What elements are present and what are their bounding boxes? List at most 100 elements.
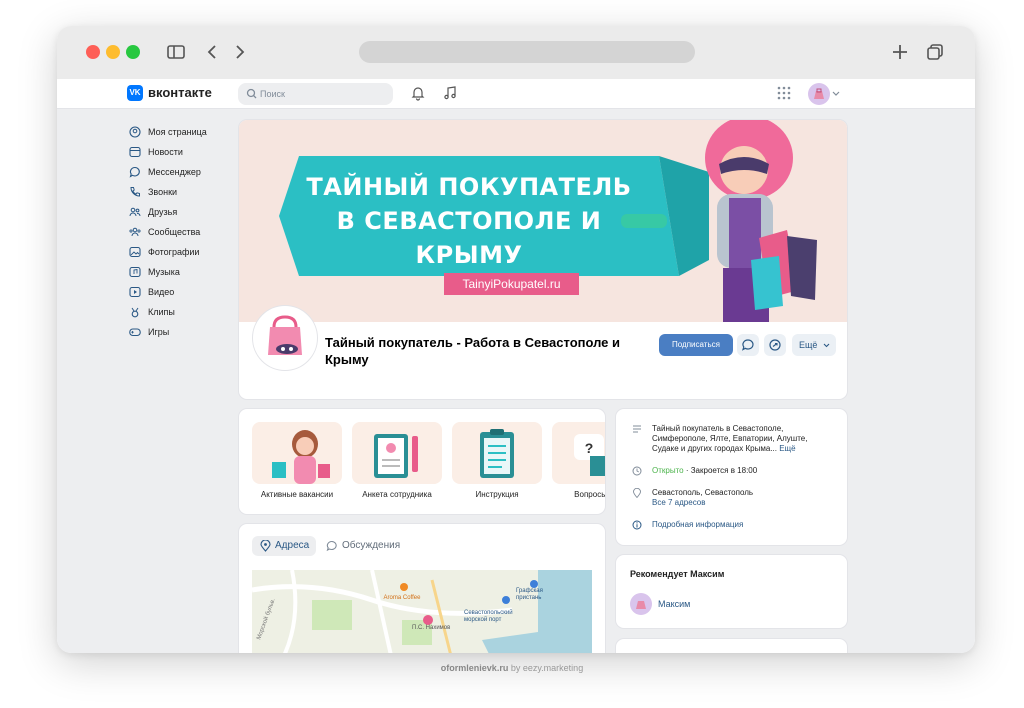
search-icon (246, 88, 257, 99)
search-placeholder: Поиск (260, 89, 285, 99)
maximize-window-button[interactable] (126, 45, 140, 59)
nav-item-messenger[interactable]: Мессенджер (129, 163, 229, 183)
nav-label: Фотографии (148, 247, 200, 257)
cover-title-line2: В СЕВАСТОПОЛЕ И КРЫМУ (336, 207, 602, 269)
nav-item-video[interactable]: Видео (129, 283, 229, 303)
tile-vacancies[interactable] (252, 422, 342, 484)
recommend-card: Рекомендует Максим Максим (616, 555, 847, 628)
question-icon: ? (574, 434, 605, 476)
group-cover: ТАЙНЫЙ ПОКУПАТЕЛЬ В СЕВАСТОПОЛЕ И КРЫМУ … (239, 120, 847, 322)
sidebar-toggle-icon[interactable] (165, 41, 187, 63)
share-button[interactable] (764, 334, 786, 356)
footer-credit: oformlenievk.ru by eezy.marketing (0, 662, 1024, 674)
status-closing: · Закроется в 18:00 (683, 466, 758, 475)
group-avatar[interactable] (253, 306, 317, 370)
chevron-down-icon (823, 343, 830, 348)
woman-shopping-icon (272, 430, 330, 484)
more-label: Ещё (799, 340, 818, 350)
nav-label: Моя страница (148, 127, 207, 137)
cover-title-line1: ТАЙНЫЙ ПОКУПАТЕЛЬ (306, 173, 632, 201)
photo-icon (129, 246, 141, 258)
tile-label: Активные вакансии (260, 490, 334, 499)
tab-addresses[interactable]: Адреса (252, 536, 316, 556)
map[interactable]: Aroma Coffee Графская пристань Севастопол… (252, 570, 592, 653)
message-button[interactable] (737, 334, 759, 356)
nav-item-photos[interactable]: Фотографии (129, 243, 229, 263)
search-input[interactable]: Поиск (238, 83, 393, 105)
nav-item-friends[interactable]: Друзья (129, 203, 229, 223)
tile-label: Вопросы / О (574, 490, 605, 499)
recommend-title: Рекомендует Максим (630, 569, 725, 579)
phone-icon (130, 187, 140, 197)
user-circle-icon (129, 126, 141, 138)
gamepad-icon (129, 328, 141, 337)
tabs-overview-icon[interactable] (924, 41, 946, 63)
all-addresses-link[interactable]: Все 7 адресов (652, 498, 832, 508)
chevron-down-icon[interactable] (832, 91, 840, 97)
map-label-square: П.С. Нахимов (412, 625, 450, 631)
share-icon (769, 339, 781, 351)
discussion-icon (326, 540, 337, 552)
recommender-name[interactable]: Максим (658, 599, 690, 609)
nav-label: Мессенджер (148, 167, 201, 177)
back-icon[interactable] (201, 41, 223, 63)
info-card: Тайный покупатель в Севастополе, Симферо… (616, 409, 847, 545)
next-card (616, 639, 847, 653)
tab-discussions[interactable]: Обсуждения (324, 536, 414, 556)
brand-name[interactable]: вконтакте (148, 85, 212, 101)
more-button[interactable]: Ещё (792, 334, 836, 356)
clips-icon (131, 307, 139, 318)
nav-item-clips[interactable]: Клипы (129, 303, 229, 323)
nav-item-music[interactable]: Музыка (129, 263, 229, 283)
video-icon (129, 286, 141, 298)
map-label-pier: Графская пристань (516, 588, 543, 601)
group-header-card: ТАЙНЫЙ ПОКУПАТЕЛЬ В СЕВАСТОПОЛЕ И КРЫМУ … (239, 120, 847, 399)
location-pin-icon (633, 488, 641, 498)
nav-label: Новости (148, 147, 183, 157)
new-tab-icon[interactable] (889, 41, 911, 63)
footer-site[interactable]: oformlenievk.ru (441, 663, 509, 673)
details-link[interactable]: Подробная информация (652, 520, 832, 530)
vk-logo-icon[interactable]: VK (127, 85, 143, 101)
form-document-icon (374, 434, 418, 478)
page-body: Моя страница Новости Мессенджер Звонки Д… (57, 109, 975, 653)
address-text: Севастополь, Севастополь (652, 488, 754, 497)
cover-url-badge: TainyiPokupatel.ru (444, 273, 579, 295)
group-name: Тайный покупатель - Работа в Севастополе… (325, 335, 621, 367)
bell-icon[interactable] (410, 85, 426, 101)
nav-item-games[interactable]: Игры (129, 323, 229, 343)
tile-instruction[interactable] (452, 422, 542, 484)
nav-item-communities[interactable]: Сообщества (129, 223, 229, 243)
tab-discussions-label: Обсуждения (342, 540, 401, 551)
subscribe-button[interactable]: Подписаться (659, 334, 733, 356)
browser-toolbar (57, 26, 975, 79)
clipboard-icon (480, 429, 514, 478)
address-bar[interactable] (359, 41, 695, 63)
close-window-button[interactable] (86, 45, 100, 59)
tile-questions[interactable]: ? (552, 422, 605, 484)
map-graphic: Aroma Coffee Графская пристань Севастопол… (252, 570, 592, 653)
apps-grid-icon[interactable] (776, 85, 792, 101)
forward-icon[interactable] (229, 41, 251, 63)
footer-by: by eezy.marketing (508, 663, 584, 673)
nav-item-news[interactable]: Новости (129, 143, 229, 163)
nav-item-my-page[interactable]: Моя страница (129, 123, 229, 143)
user-avatar[interactable] (808, 83, 830, 105)
cover-title: ТАЙНЫЙ ПОКУПАТЕЛЬ В СЕВАСТОПОЛЕ И КРЫМУ (279, 170, 659, 272)
clock-icon (632, 466, 642, 476)
recommender-avatar[interactable] (630, 593, 652, 615)
tile-employee-form[interactable] (352, 422, 442, 484)
message-icon (741, 339, 754, 351)
minimize-window-button[interactable] (106, 45, 120, 59)
nav-item-calls[interactable]: Звонки (129, 183, 229, 203)
location-pin-icon (260, 540, 271, 552)
description-more-link[interactable]: Ещё (779, 444, 795, 453)
browser-window: VK вконтакте Поиск Моя страница Новости (57, 26, 975, 653)
nav-label: Клипы (148, 307, 175, 317)
vk-header: VK вконтакте Поиск (57, 79, 975, 109)
music-note-icon[interactable] (442, 85, 458, 101)
music-icon (129, 266, 141, 278)
nav-label: Звонки (148, 187, 178, 197)
status-open: Открыто (652, 466, 684, 475)
message-icon (129, 166, 140, 178)
